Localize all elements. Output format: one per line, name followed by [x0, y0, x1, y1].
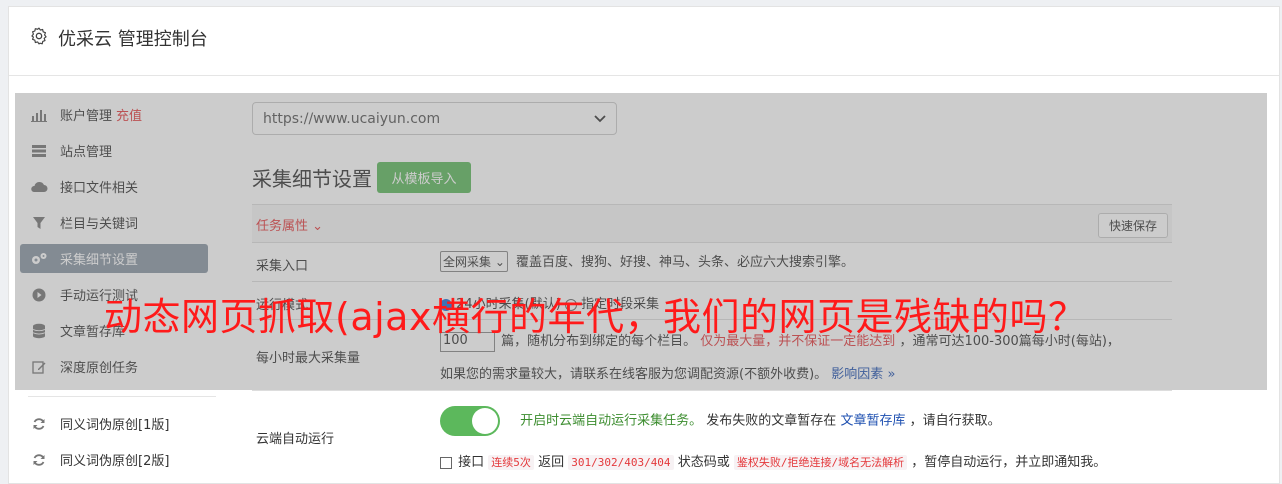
gear-icon [31, 27, 47, 45]
edit-icon [30, 359, 48, 375]
page-title: 优采云 管理控制台 [58, 29, 208, 50]
server-icon [30, 143, 48, 159]
cloud-icon [30, 179, 48, 195]
sidebar-item-interface-files[interactable]: 接口文件相关 [20, 172, 208, 201]
sidebar-item-label: 账户管理 [60, 109, 113, 124]
sidebar-item-label: 站点管理 [60, 145, 113, 160]
task-attr-toggle[interactable]: 任务属性 ⌄ [256, 215, 323, 234]
impact-factors-link[interactable]: 影响因素 » [831, 367, 895, 382]
max-label: 每小时最大采集量 [256, 351, 361, 366]
sidebar-item-label: 采集细节设置 [60, 253, 139, 268]
sidebar-item-label: 深度原创任务 [60, 361, 139, 376]
entry-desc: 覆盖百度、搜狗、好搜、神马、头条、必应六大搜索引擎。 [516, 255, 855, 270]
chevron-down-icon [594, 114, 606, 122]
table-header-row: 任务属性 ⌄ 快速保存 [252, 204, 1172, 242]
section-title: 采集细节设置 [252, 167, 372, 191]
entry-select[interactable]: 全网采集 ⌄ [440, 251, 508, 272]
entry-label: 采集入口 [256, 259, 309, 274]
site-select-value: https://www.ucaiyun.com [263, 110, 441, 127]
sidebar-item-label: 同义词伪原创[1版] [60, 418, 170, 433]
sidebar-item-collect-settings[interactable]: 采集细节设置 [20, 244, 208, 273]
sidebar-item-synonym-v1[interactable]: 同义词伪原创[1版] [20, 409, 208, 438]
sidebar-item-account[interactable]: 账户管理 充值 [20, 100, 208, 129]
filter-icon [30, 215, 48, 231]
cloud-content-line2: 接口 连续5次 返回 301/302/403/404 状态码或 鉴权失败/拒绝连… [440, 451, 1106, 470]
import-template-button[interactable]: 从模板导入 [377, 162, 471, 193]
bar-chart-icon [30, 107, 48, 123]
site-select[interactable]: https://www.ucaiyun.com [252, 102, 617, 135]
chevron-down-icon: ⌄ [312, 219, 324, 234]
sidebar-item-synonym-v2[interactable]: 同义词伪原创[2版] [20, 445, 208, 474]
article-storage-link[interactable]: 文章暂存库 [840, 414, 905, 429]
table-row: 云端自动运行 开启时云端自动运行采集任务。 发布失败的文章暂存在 文章暂存库 ，… [252, 390, 1172, 480]
cloud-label: 云端自动运行 [256, 432, 335, 447]
cloud-auto-toggle[interactable] [440, 406, 500, 436]
sidebar-item-columns-keywords[interactable]: 栏目与关键词 [20, 208, 208, 237]
overlay-banner-text: 动态网页抓取(ajax横行的年代，我们的网页是残缺的吗？ [104, 295, 1087, 339]
gears-icon [30, 251, 48, 267]
play-icon [30, 287, 48, 303]
sidebar-divider [28, 396, 216, 397]
sidebar-item-label: 同义词伪原创[2版] [60, 454, 170, 469]
sidebar-item-deep-original[interactable]: 深度原创任务 [20, 352, 208, 381]
table-row: 采集入口 全网采集 ⌄ 覆盖百度、搜狗、好搜、神马、头条、必应六大搜索引擎。 [252, 242, 1172, 281]
sidebar-item-label: 接口文件相关 [60, 181, 139, 196]
refresh-icon [30, 416, 48, 432]
chevron-double-icon: » [887, 367, 896, 382]
database-icon [30, 323, 48, 339]
cloud-content-line1: 开启时云端自动运行采集任务。 发布失败的文章暂存在 文章暂存库 ，请自行获取。 [440, 406, 1001, 436]
quick-save-button[interactable]: 快速保存 [1098, 213, 1168, 238]
pause-checkbox[interactable] [440, 456, 452, 469]
sidebar-item-label: 栏目与关键词 [60, 217, 139, 232]
recharge-link[interactable]: 充值 [116, 105, 142, 124]
entry-content: 全网采集 ⌄ 覆盖百度、搜狗、好搜、神马、头条、必应六大搜索引擎。 [440, 251, 854, 272]
sidebar-item-sites[interactable]: 站点管理 [20, 136, 208, 165]
page-header: 优采云 管理控制台 [9, 7, 1279, 76]
refresh-icon [30, 452, 48, 468]
max-content-line2: 如果您的需求量较大，请联系在线客服为您调配资源(不额外收费)。 影响因素 » [440, 367, 896, 382]
